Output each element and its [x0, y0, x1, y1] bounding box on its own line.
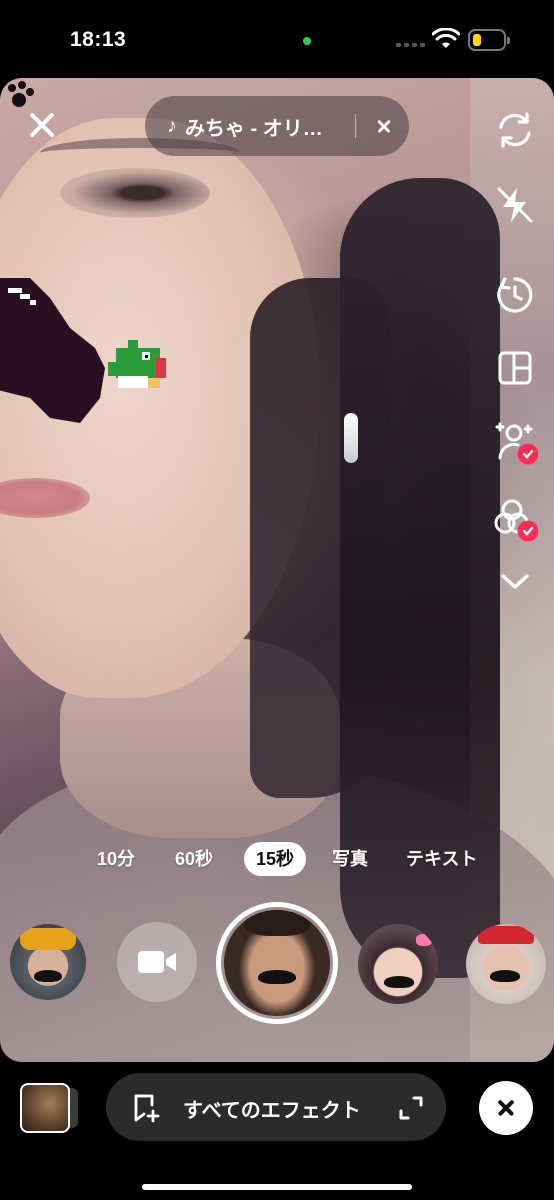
- effect-thumbnail-3[interactable]: [358, 924, 438, 1004]
- cellular-signal-icon: [396, 43, 425, 47]
- layout-icon[interactable]: [492, 345, 538, 391]
- video-camera-button[interactable]: [117, 922, 197, 1002]
- clear-music-icon[interactable]: [369, 111, 399, 141]
- music-title: みちゃ - オリ…: [185, 117, 323, 140]
- all-effects-button[interactable]: すべてのエフェクト: [106, 1073, 446, 1141]
- mode-text[interactable]: テキスト: [406, 842, 477, 876]
- earring: [344, 413, 358, 463]
- selected-effect-preview: [224, 910, 330, 1016]
- close-effects-button[interactable]: [479, 1081, 533, 1135]
- music-note-icon: ♪: [167, 114, 177, 137]
- clock: 18:13: [70, 28, 127, 51]
- subject-eye: [60, 168, 210, 218]
- flip-camera-icon[interactable]: [492, 107, 538, 153]
- mode-15sec[interactable]: 15秒: [244, 842, 307, 876]
- mode-60sec[interactable]: 60秒: [175, 842, 213, 876]
- battery-icon: [468, 29, 510, 51]
- effect-thumbnail-1[interactable]: [10, 924, 86, 1000]
- chevron-down-icon[interactable]: [492, 558, 538, 604]
- wifi-icon: [432, 28, 460, 48]
- filters-icon[interactable]: [492, 497, 538, 543]
- music-selector[interactable]: ♪ みちゃ - オリ…: [145, 96, 409, 156]
- effect-thumbnail-4[interactable]: [466, 924, 546, 1004]
- video-camera-icon: [138, 951, 176, 973]
- gallery-thumbnail[interactable]: [20, 1083, 70, 1133]
- mode-photo[interactable]: 写真: [332, 842, 368, 876]
- status-bar: 18:13: [0, 0, 554, 80]
- camera-in-use-indicator: [303, 37, 311, 45]
- timer-icon[interactable]: [492, 272, 538, 318]
- all-effects-label: すべてのエフェクト: [183, 1100, 361, 1122]
- divider: [355, 114, 356, 138]
- close-icon[interactable]: [22, 105, 62, 145]
- expand-icon: [399, 1096, 423, 1120]
- capture-mode-tabs: 10分 60秒 15秒 写真 テキスト: [0, 842, 554, 878]
- yoshi-sprite: [108, 340, 166, 388]
- mode-10min[interactable]: 10分: [97, 842, 135, 876]
- bookmark-add-icon: [134, 1094, 160, 1123]
- flash-off-icon[interactable]: [492, 182, 538, 228]
- home-indicator: [142, 1184, 412, 1190]
- beauty-icon[interactable]: [492, 420, 538, 466]
